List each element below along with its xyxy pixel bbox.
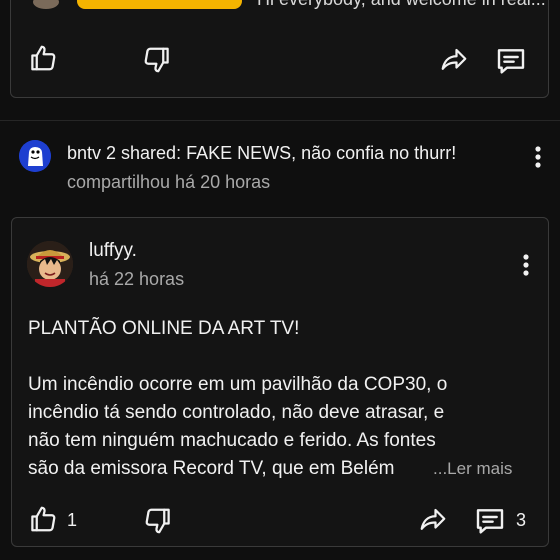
shared-author-line[interactable]: bntv 2 shared: FAKE NEWS, não confia no …: [67, 143, 456, 164]
thumbs-down-icon[interactable]: [142, 45, 172, 75]
status-badge: [77, 0, 242, 9]
thumbs-up-icon[interactable]: [28, 43, 58, 73]
thumbs-up-icon[interactable]: [28, 504, 58, 534]
share-icon[interactable]: [439, 45, 469, 75]
avatar[interactable]: [27, 241, 73, 287]
post-body-line: Um incêndio ocorre em um pavilhão da COP…: [28, 374, 448, 395]
thumbs-down-icon[interactable]: [143, 506, 173, 536]
read-more-link[interactable]: ...Ler mais: [433, 459, 512, 479]
post-author[interactable]: luffyy.: [89, 240, 137, 262]
more-vertical-icon[interactable]: [528, 144, 548, 170]
post-body-line: são da emissora Record TV, que em Belém: [28, 458, 395, 479]
post-body-line: incêndio tá sendo controlado, não deve a…: [28, 402, 445, 423]
post-time: há 22 horas: [89, 269, 185, 289]
avatar[interactable]: [33, 0, 59, 9]
avatar[interactable]: [19, 140, 51, 172]
more-vertical-icon[interactable]: [516, 252, 536, 278]
comment-icon[interactable]: [495, 45, 527, 77]
shared-time: compartilhou há 20 horas: [67, 172, 271, 192]
comment-icon[interactable]: [474, 505, 506, 537]
feed-divider: [0, 120, 560, 121]
comment-count: 3: [516, 510, 527, 530]
like-count: 1: [67, 510, 78, 530]
share-icon[interactable]: [418, 505, 448, 535]
post-body-line: não tem ninguém machucado e ferido. As f…: [28, 430, 436, 451]
post-headline: PLANTÃO ONLINE DA ART TV!: [28, 318, 300, 339]
partial-post-text: Hi everybody, and welcome in real...: [257, 0, 546, 10]
top-post-card: Hi everybody, and welcome in real...: [10, 0, 549, 98]
